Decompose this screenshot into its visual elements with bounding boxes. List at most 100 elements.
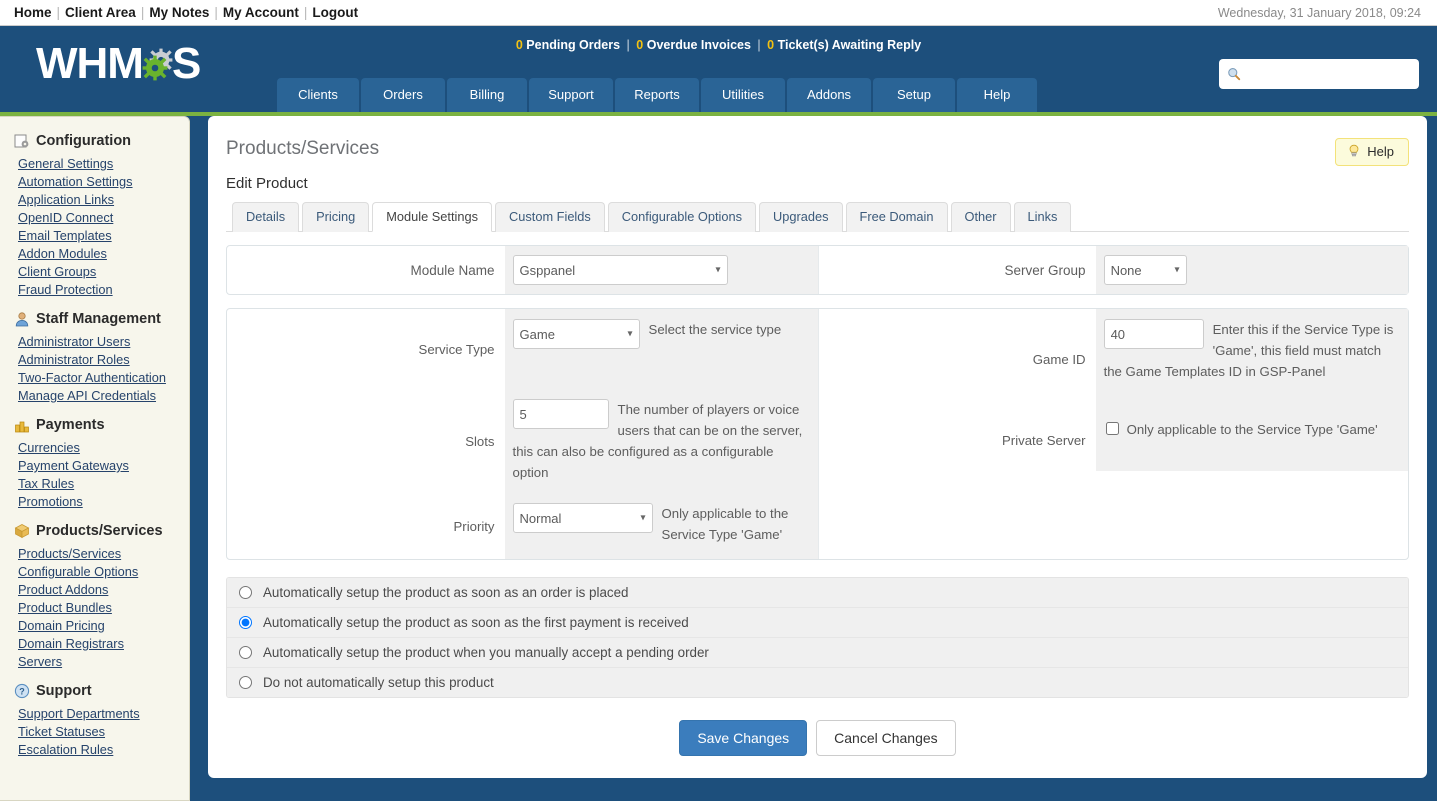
service-type-select[interactable]: Game — [512, 319, 640, 349]
sidebar-item-domain-pricing[interactable]: Domain Pricing — [18, 617, 189, 635]
server-group-select-wrap: None — [1103, 255, 1187, 285]
sidebar-item-tax-rules[interactable]: Tax Rules — [18, 475, 189, 493]
sidebar-group-payments: Payments Currencies Payment Gateways Tax… — [0, 415, 189, 511]
sidebar-item-servers[interactable]: Servers — [18, 653, 189, 671]
sidebar-item-application-links[interactable]: Application Links — [18, 191, 189, 209]
tab-upgrades[interactable]: Upgrades — [759, 202, 843, 232]
nav-tab-reports[interactable]: Reports — [615, 78, 699, 112]
sidebar-item-addon-modules[interactable]: Addon Modules — [18, 245, 189, 263]
top-link-my-account[interactable]: My Account — [223, 5, 299, 20]
sidebar-item-general-settings[interactable]: General Settings — [18, 155, 189, 173]
nav-tab-clients[interactable]: Clients — [277, 78, 359, 112]
sidebar-item-openid-connect[interactable]: OpenID Connect — [18, 209, 189, 227]
sidebar-item-client-groups[interactable]: Client Groups — [18, 263, 189, 281]
sidebar-item-configurable-options[interactable]: Configurable Options — [18, 563, 189, 581]
sidebar-links: Support Departments Ticket Statuses Esca… — [0, 705, 189, 759]
sidebar-item-promotions[interactable]: Promotions — [18, 493, 189, 511]
help-button[interactable]: Help — [1335, 138, 1409, 166]
sidebar-item-administrator-users[interactable]: Administrator Users — [18, 333, 189, 351]
sidebar-links: Currencies Payment Gateways Tax Rules Pr… — [0, 439, 189, 511]
top-nav-links: Home | Client Area | My Notes | My Account | Log… — [14, 5, 358, 20]
sidebar-item-fraud-protection[interactable]: Fraud Protection — [18, 281, 189, 299]
auto-setup-radio[interactable] — [239, 676, 252, 689]
auto-setup-radio[interactable] — [239, 616, 252, 629]
sidebar-group-title: Products/Services — [36, 523, 163, 539]
slots-row: Slots The number of players or voice use… — [227, 389, 818, 493]
sidebar-item-products-services[interactable]: Products/Services — [18, 545, 189, 563]
svg-text:?: ? — [19, 687, 25, 697]
overdue-invoices-label[interactable]: Overdue Invoices — [647, 38, 751, 52]
top-link-home[interactable]: Home — [14, 5, 52, 20]
auto-setup-option-order-placed[interactable]: Automatically setup the product as soon … — [227, 578, 1408, 608]
sidebar-item-support-departments[interactable]: Support Departments — [18, 705, 189, 723]
global-search[interactable] — [1219, 59, 1419, 89]
auto-setup-option-manual-accept[interactable]: Automatically setup the product when you… — [227, 638, 1408, 668]
cancel-changes-button[interactable]: Cancel Changes — [816, 720, 956, 756]
tab-custom-fields[interactable]: Custom Fields — [495, 202, 605, 232]
game-id-label: Game ID — [1032, 351, 1086, 367]
sidebar-item-automation-settings[interactable]: Automation Settings — [18, 173, 189, 191]
sidebar-item-product-bundles[interactable]: Product Bundles — [18, 599, 189, 617]
tab-links[interactable]: Links — [1013, 202, 1072, 232]
sidebar-item-product-addons[interactable]: Product Addons — [18, 581, 189, 599]
support-icon: ? — [14, 683, 30, 699]
module-name-select[interactable]: Gsppanel — [512, 255, 728, 285]
priority-row: Priority Normal Only applicable to the S… — [227, 493, 818, 559]
auto-setup-radio[interactable] — [239, 646, 252, 659]
tab-other[interactable]: Other — [950, 202, 1011, 232]
server-group-select[interactable]: None — [1103, 255, 1187, 285]
sidebar-item-payment-gateways[interactable]: Payment Gateways — [18, 457, 189, 475]
sidebar-item-escalation-rules[interactable]: Escalation Rules — [18, 741, 189, 759]
game-id-input[interactable] — [1103, 319, 1204, 349]
auto-setup-option-first-payment[interactable]: Automatically setup the product as soon … — [227, 608, 1408, 638]
search-icon — [1227, 67, 1241, 81]
product-tabs: Details Pricing Module Settings Custom F… — [226, 201, 1409, 232]
page-body: Configuration General Settings Automatio… — [0, 116, 1437, 801]
tab-free-domain[interactable]: Free Domain — [845, 202, 948, 232]
nav-tab-help[interactable]: Help — [957, 78, 1037, 112]
sidebar-group-header[interactable]: Products/Services — [0, 521, 189, 545]
pending-orders-label[interactable]: Pending Orders — [526, 38, 620, 52]
tab-configurable-options[interactable]: Configurable Options — [607, 202, 757, 232]
sidebar-group-header[interactable]: ? Support — [0, 681, 189, 705]
auto-setup-radio[interactable] — [239, 586, 252, 599]
sidebar-group-header[interactable]: Configuration — [0, 131, 189, 155]
priority-select[interactable]: Normal — [512, 503, 653, 533]
sidebar-item-administrator-roles[interactable]: Administrator Roles — [18, 351, 189, 369]
search-input[interactable] — [1241, 66, 1411, 82]
sidebar-group-header[interactable]: Staff Management — [0, 309, 189, 333]
nav-tab-addons[interactable]: Addons — [787, 78, 871, 112]
sidebar-item-manage-api-credentials[interactable]: Manage API Credentials — [18, 387, 189, 405]
sidebar-item-domain-registrars[interactable]: Domain Registrars — [18, 635, 189, 653]
slots-input[interactable] — [512, 399, 609, 429]
tab-details[interactable]: Details — [232, 202, 300, 232]
tab-module-settings[interactable]: Module Settings — [372, 202, 493, 232]
nav-tab-support[interactable]: Support — [529, 78, 613, 112]
divider: | — [757, 38, 761, 52]
auto-setup-option-none[interactable]: Do not automatically setup this product — [227, 668, 1408, 697]
pending-orders-count: 0 — [515, 38, 523, 52]
top-link-my-notes[interactable]: My Notes — [149, 5, 209, 20]
tab-pricing[interactable]: Pricing — [302, 202, 370, 232]
sidebar-item-email-templates[interactable]: Email Templates — [18, 227, 189, 245]
sidebar-item-two-factor-authentication[interactable]: Two-Factor Authentication — [18, 369, 189, 387]
game-id-control: Enter this if the Service Type is 'Game'… — [1095, 309, 1408, 409]
nav-tab-orders[interactable]: Orders — [361, 78, 445, 112]
sidebar-item-currencies[interactable]: Currencies — [18, 439, 189, 457]
nav-tab-billing[interactable]: Billing — [447, 78, 527, 112]
nav-tab-setup[interactable]: Setup — [873, 78, 955, 112]
sidebar-group-staff-management: Staff Management Administrator Users Adm… — [0, 309, 189, 405]
sidebar-group-support: ? Support Support Departments Ticket Sta… — [0, 681, 189, 759]
private-server-checkbox[interactable] — [1105, 422, 1119, 435]
top-link-client-area[interactable]: Client Area — [65, 5, 136, 20]
sidebar-item-ticket-statuses[interactable]: Ticket Statuses — [18, 723, 189, 741]
service-type-row: Service Type Game Select the service typ… — [227, 309, 818, 389]
top-link-logout[interactable]: Logout — [312, 5, 358, 20]
server-group-control: None — [1095, 246, 1408, 294]
sidebar-group-products-services: Products/Services Products/Services Conf… — [0, 521, 189, 671]
awaiting-tickets-label[interactable]: Ticket(s) Awaiting Reply — [778, 38, 922, 52]
divider: | — [214, 5, 218, 20]
sidebar-group-header[interactable]: Payments — [0, 415, 189, 439]
save-changes-button[interactable]: Save Changes — [679, 720, 808, 756]
nav-tab-utilities[interactable]: Utilities — [701, 78, 785, 112]
